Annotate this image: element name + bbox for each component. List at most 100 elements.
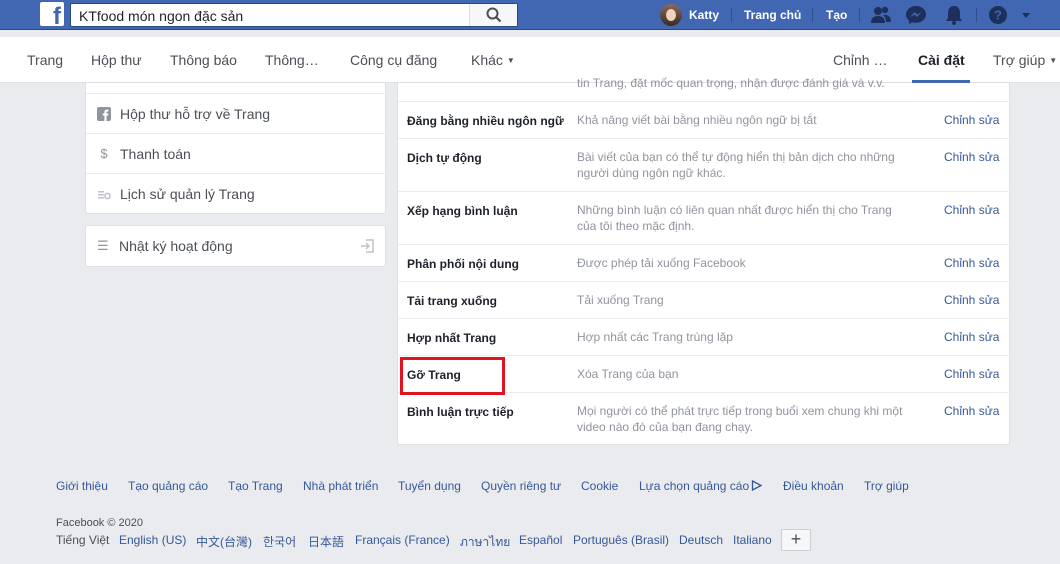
divider [976, 8, 977, 22]
footer-link-privacy[interactable]: Quyền riêng tư [481, 479, 561, 493]
footer-link-about[interactable]: Giới thiệu [56, 479, 108, 493]
tab-more-label: Khác [471, 52, 503, 68]
settings-row-live-commenting[interactable]: Bình luận trực tiếp Mọi người có thể phá… [398, 392, 1010, 445]
setting-name: Hợp nhất Trang [407, 331, 497, 345]
edit-link[interactable]: Chỉnh sửa [944, 404, 999, 418]
language-link[interactable]: Français (France) [355, 533, 450, 547]
tab-more[interactable]: Khác ▼ [471, 52, 515, 68]
setting-description: Được phép tải xuống Facebook [577, 256, 746, 270]
chevron-down-icon: ▼ [1049, 56, 1058, 65]
language-link[interactable]: 日本語 [308, 533, 344, 550]
language-link[interactable]: 한국어 [263, 533, 296, 550]
footer-link-developers[interactable]: Nhà phát triển [303, 479, 378, 493]
settings-row-auto-translate[interactable]: Dịch tự động Bài viết của bạn có thể tự … [398, 138, 1010, 191]
tab-settings[interactable]: Cài đặt [918, 52, 965, 68]
tab-help-label: Trợ giúp [993, 52, 1046, 68]
edit-link[interactable]: Chỉnh sửa [944, 150, 999, 164]
footer-link-careers[interactable]: Tuyển dụng [398, 479, 461, 493]
setting-name: Phân phối nội dung [407, 257, 519, 271]
top-navigation-bar: f KTfood món ngon đặc sản Katty Trang ch… [0, 0, 1060, 30]
sidebar-item-page-support-inbox[interactable]: Hộp thư hỗ trợ về Trang [86, 93, 386, 133]
divider [859, 8, 860, 22]
notifications-bell-icon[interactable] [943, 5, 965, 25]
setting-description: Tải xuống Trang [577, 293, 664, 307]
setting-description: Xóa Trang của bạn [577, 367, 679, 381]
edit-link[interactable]: Chỉnh sửa [944, 203, 999, 217]
footer-link-cookies[interactable]: Cookie [581, 479, 618, 493]
search-icon [486, 7, 502, 23]
account-menu-caret-icon[interactable] [1019, 5, 1033, 25]
footer-link-create-ad[interactable]: Tạo quảng cáo [128, 479, 208, 493]
search-input[interactable]: KTfood món ngon đặc sản [79, 8, 243, 24]
history-gear-icon [98, 191, 111, 200]
tab-insights[interactable]: Thông… [265, 52, 319, 68]
tab-help[interactable]: Trợ giúp ▼ [993, 52, 1057, 68]
language-link[interactable]: Italiano [733, 533, 772, 547]
edit-link[interactable]: Chỉnh sửa [944, 330, 999, 344]
settings-row-download-page[interactable]: Tải trang xuống Tải xuống Trang Chỉnh sử… [398, 281, 1010, 318]
language-link[interactable]: Português (Brasil) [573, 533, 669, 547]
divider [731, 8, 732, 22]
footer-link-ad-choices[interactable]: Lựa chọn quảng cáo [639, 479, 763, 493]
help-question-icon[interactable]: ? [987, 5, 1009, 25]
tab-notifications[interactable]: Thông báo [170, 52, 237, 68]
search-box[interactable]: KTfood món ngon đặc sản [70, 3, 518, 27]
setting-description: Khả năng viết bài bằng nhiều ngôn ngữ bị… [577, 113, 817, 127]
language-current: Tiếng Việt [56, 533, 110, 547]
settings-row-merge-pages[interactable]: Hợp nhất Trang Hợp nhất các Trang trùng … [398, 318, 1010, 355]
setting-name: Dịch tự động [407, 151, 482, 165]
avatar[interactable] [660, 4, 682, 26]
setting-description: Hợp nhất các Trang trùng lặp [577, 330, 733, 344]
sidebar-item-payments[interactable]: $ Thanh toán [86, 133, 386, 173]
language-link[interactable]: Deutsch [679, 533, 723, 547]
setting-description: Những bình luận có liên quan nhất được h… [577, 203, 892, 233]
edit-link[interactable]: Chỉnh sửa [944, 367, 999, 381]
profile-link[interactable]: Katty [689, 8, 719, 22]
edit-link[interactable]: Chỉnh sửa [944, 113, 999, 127]
sidebar-item-label: Lịch sử quản lý Trang [120, 186, 255, 202]
setting-name: Đăng bằng nhiều ngôn ngữ [407, 114, 564, 128]
activity-log-label: Nhật ký hoạt động [119, 238, 233, 254]
activity-log-panel[interactable]: ☰ Nhật ký hoạt động [85, 225, 386, 267]
settings-row-multilingual-posts[interactable]: Đăng bằng nhiều ngôn ngữ Khả năng viết b… [398, 101, 1010, 138]
friend-requests-icon[interactable] [870, 5, 892, 25]
ad-choices-label: Lựa chọn quảng cáo [639, 479, 750, 493]
tab-page[interactable]: Trang [27, 52, 63, 68]
chevron-down-icon: ▼ [506, 56, 515, 65]
settings-row-comment-ranking[interactable]: Xếp hạng bình luận Những bình luận có li… [398, 191, 1010, 244]
footer-link-terms[interactable]: Điều khoản [783, 479, 844, 493]
setting-description: Mọi người có thể phát trực tiếp trong bu… [577, 404, 903, 434]
footer-link-create-page[interactable]: Tạo Trang [228, 479, 283, 493]
more-languages-button[interactable]: + [781, 529, 811, 551]
edit-link[interactable]: Chỉnh sửa [944, 293, 999, 307]
facebook-square-icon [97, 107, 111, 121]
copyright-text: Facebook © 2020 [56, 517, 143, 529]
sidebar-item-label: Hộp thư hỗ trợ về Trang [120, 106, 271, 122]
setting-name: Bình luận trực tiếp [407, 405, 514, 419]
footer-link-help[interactable]: Trợ giúp [864, 479, 909, 493]
settings-sidebar: Hộp thư hỗ trợ về Trang $ Thanh toán Lịc… [85, 83, 386, 214]
language-link[interactable]: ภาษาไทย [460, 533, 510, 552]
svg-text:?: ? [994, 8, 1002, 23]
tab-publishing-tools[interactable]: Công cụ đăng [350, 52, 437, 68]
search-button[interactable] [469, 4, 517, 26]
setting-name: Xếp hạng bình luận [407, 204, 518, 218]
facebook-logo-icon[interactable]: f [40, 2, 64, 29]
messenger-icon[interactable] [905, 5, 927, 25]
home-link[interactable]: Trang chủ [744, 8, 801, 22]
sidebar-item-page-management-history[interactable]: Lịch sử quản lý Trang [86, 173, 386, 213]
language-link[interactable]: 中文(台灣) [196, 533, 252, 550]
annotation-highlight-box [400, 357, 505, 395]
tab-edit-page-info[interactable]: Chỉnh … [833, 52, 887, 68]
create-link[interactable]: Tạo [826, 8, 847, 22]
tab-inbox[interactable]: Hộp thư [91, 52, 142, 68]
ad-choices-icon [751, 479, 763, 492]
clipped-row-description: tin Trang, đặt mốc quan trọng, nhận được… [577, 76, 885, 90]
language-link[interactable]: English (US) [119, 533, 186, 547]
enter-arrow-icon [361, 239, 374, 253]
setting-name: Tải trang xuống [407, 294, 497, 308]
dollar-icon: $ [100, 146, 108, 161]
language-link[interactable]: Español [519, 533, 562, 547]
settings-row-content-distribution[interactable]: Phân phối nội dung Được phép tải xuống F… [398, 244, 1010, 281]
edit-link[interactable]: Chỉnh sửa [944, 256, 999, 270]
